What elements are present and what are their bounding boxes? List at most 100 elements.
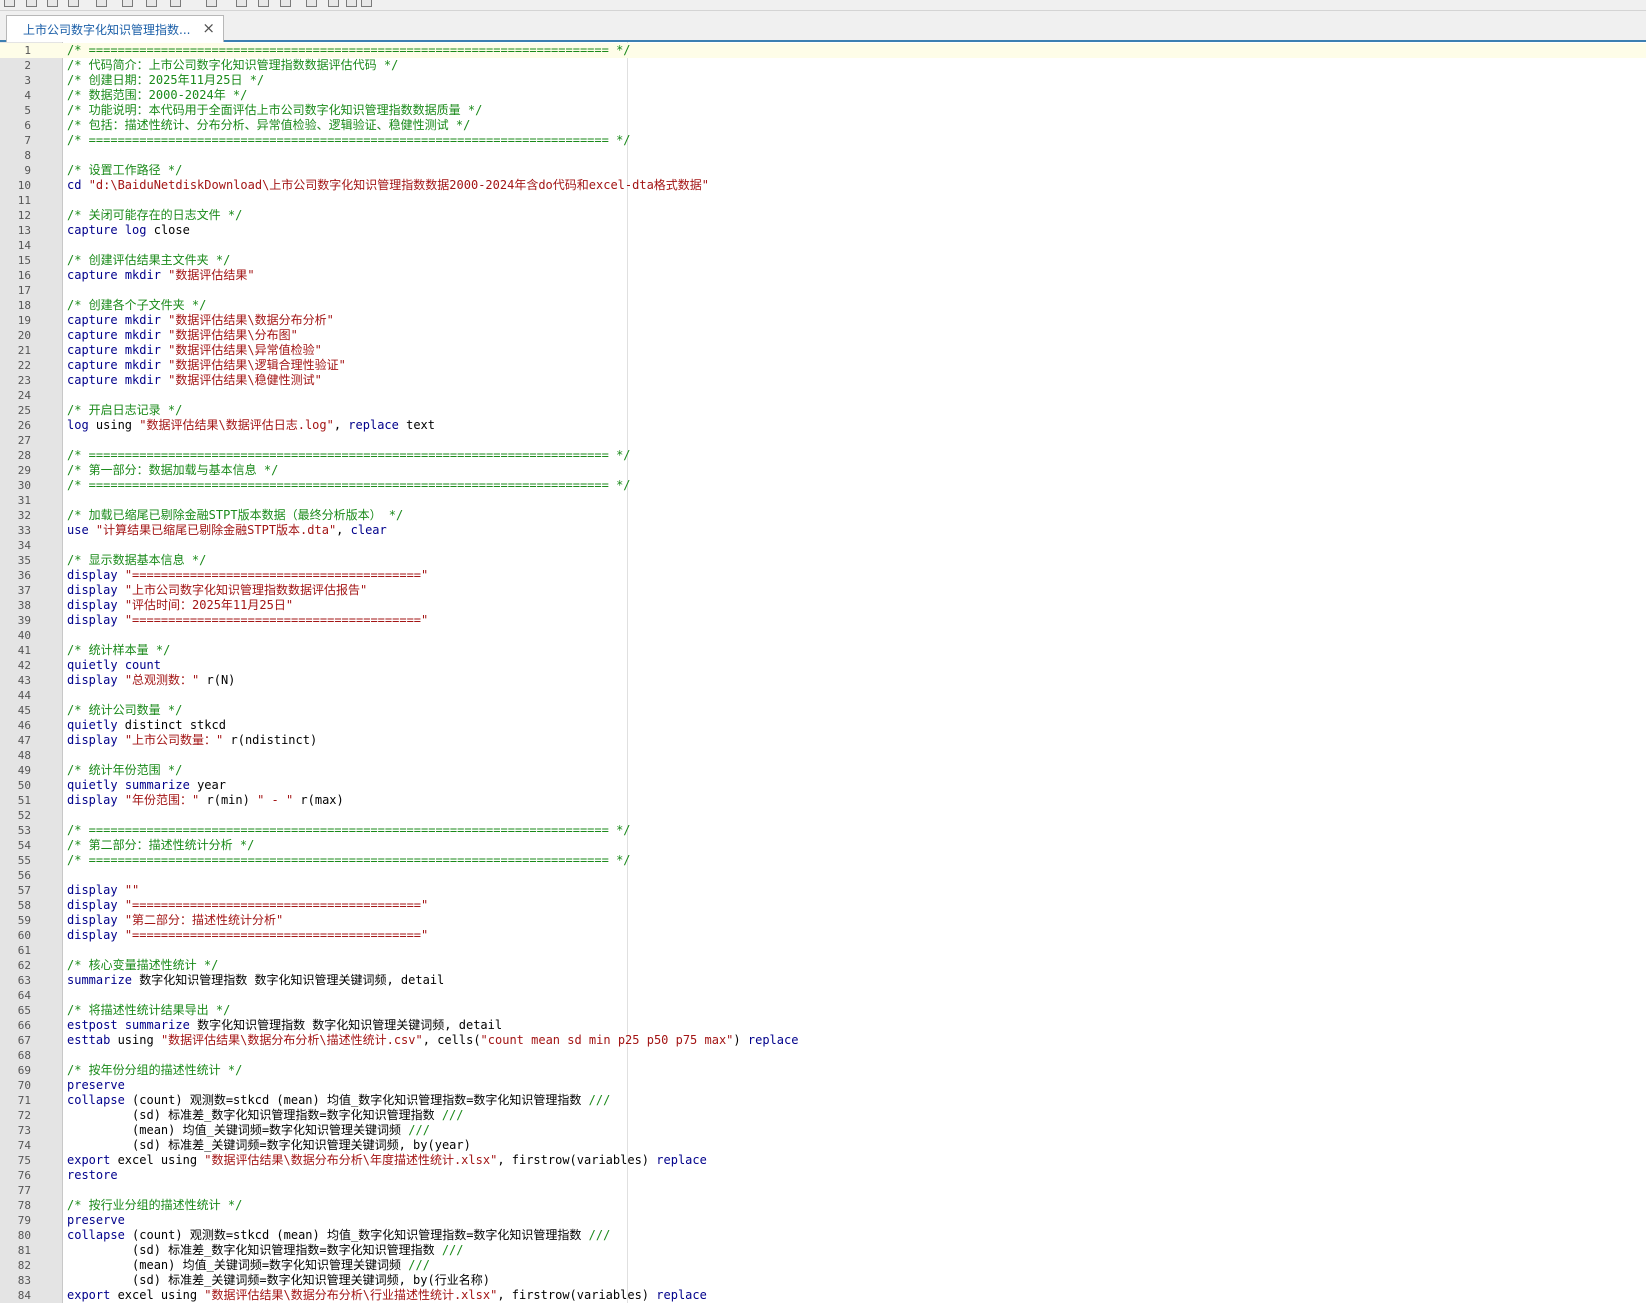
code-line[interactable]: 34 [0, 538, 1646, 553]
code-text[interactable]: estpost summarize 数字化知识管理指数 数字化知识管理关键词频,… [67, 1018, 502, 1033]
code-line[interactable]: 11 [0, 193, 1646, 208]
code-text[interactable]: /* 开启日志记录 */ [67, 403, 182, 418]
code-text[interactable]: display "===============================… [67, 928, 428, 943]
code-text[interactable]: preserve [67, 1078, 125, 1093]
code-line[interactable]: 76 restore [0, 1168, 1646, 1183]
bookmark-icon[interactable] [328, 0, 339, 7]
code-text[interactable]: display "===============================… [67, 613, 428, 628]
code-line[interactable]: 27 [0, 433, 1646, 448]
code-line[interactable]: 57 display "" [0, 883, 1646, 898]
code-text[interactable]: capture mkdir "数据评估结果\稳健性测试" [67, 373, 322, 388]
code-line[interactable]: 29 /* 第一部分：数据加载与基本信息 */ [0, 463, 1646, 478]
code-text[interactable]: capture mkdir "数据评估结果\分布图" [67, 328, 298, 343]
code-line[interactable]: 26 log using "数据评估结果\数据评估日志.log", replace… [0, 418, 1646, 433]
code-line[interactable]: 9 /* 设置工作路径 */ [0, 163, 1646, 178]
code-line[interactable]: 74 (sd) 标准差_关键词频=数字化知识管理关键词频, by(year) [0, 1138, 1646, 1153]
code-line[interactable]: 39 display "=============================… [0, 613, 1646, 628]
code-line[interactable]: 31 [0, 493, 1646, 508]
code-line[interactable]: 69 /* 按年份分组的描述性统计 */ [0, 1063, 1646, 1078]
code-line[interactable]: 24 [0, 388, 1646, 403]
code-line[interactable]: 40 [0, 628, 1646, 643]
code-line[interactable]: 42 quietly count [0, 658, 1646, 673]
code-line[interactable]: 50 quietly summarize year [0, 778, 1646, 793]
code-text[interactable]: capture mkdir "数据评估结果\数据分布分析" [67, 313, 334, 328]
code-line[interactable]: 21 capture mkdir "数据评估结果\异常值检验" [0, 343, 1646, 358]
code-text[interactable]: /* =====================================… [67, 853, 631, 868]
code-line[interactable]: 20 capture mkdir "数据评估结果\分布图" [0, 328, 1646, 343]
code-line[interactable]: 2 /* 代码简介：上市公司数字化知识管理指数数据评估代码 */ [0, 58, 1646, 73]
code-line[interactable]: 72 (sd) 标准差_数字化知识管理指数=数字化知识管理指数 /// [0, 1108, 1646, 1123]
code-text[interactable]: /* =====================================… [67, 133, 631, 148]
code-text[interactable]: /* 统计公司数量 */ [67, 703, 182, 718]
code-line[interactable]: 67 esttab using "数据评估结果\数据分布分析\描述性统计.csv"… [0, 1033, 1646, 1048]
code-text[interactable]: display "年份范围：" r(min) " - " r(max) [67, 793, 344, 808]
code-line[interactable]: 56 [0, 868, 1646, 883]
code-editor[interactable]: 1 /* ====================================… [0, 42, 1646, 1303]
code-line[interactable]: 37 display "上市公司数字化知识管理指数数据评估报告" [0, 583, 1646, 598]
code-text[interactable]: (sd) 标准差_关键词频=数字化知识管理关键词频, by(year) [67, 1138, 471, 1153]
code-line[interactable]: 28 /* ===================================… [0, 448, 1646, 463]
code-text[interactable]: /* =====================================… [67, 823, 631, 838]
code-line[interactable]: 78 /* 按行业分组的描述性统计 */ [0, 1198, 1646, 1213]
code-text[interactable]: preserve [67, 1213, 125, 1228]
code-text[interactable]: (mean) 均值_关键词频=数字化知识管理关键词频 /// [67, 1258, 430, 1273]
code-line[interactable]: 14 [0, 238, 1646, 253]
code-text[interactable]: /* 第一部分：数据加载与基本信息 */ [67, 463, 278, 478]
code-line[interactable]: 45 /* 统计公司数量 */ [0, 703, 1646, 718]
code-line[interactable]: 44 [0, 688, 1646, 703]
code-text[interactable]: display "第二部分：描述性统计分析" [67, 913, 283, 928]
dropdown-icon[interactable] [361, 0, 372, 7]
code-text[interactable]: /* 第二部分：描述性统计分析 */ [67, 838, 254, 853]
code-text[interactable]: cd "d:\BaiduNetdiskDownload\上市公司数字化知识管理指… [67, 178, 709, 193]
save-all-icon[interactable] [68, 0, 79, 7]
code-line[interactable]: 18 /* 创建各个子文件夹 */ [0, 298, 1646, 313]
indent-icon[interactable] [280, 0, 291, 7]
code-text[interactable]: collapse (count) 观测数=stkcd (mean) 均值_数字化… [67, 1093, 610, 1108]
code-line[interactable]: 64 [0, 988, 1646, 1003]
code-line[interactable]: 48 [0, 748, 1646, 763]
code-line[interactable]: 53 /* ===================================… [0, 823, 1646, 838]
code-text[interactable]: /* 统计样本量 */ [67, 643, 170, 658]
code-line[interactable]: 62 /* 核心变量描述性统计 */ [0, 958, 1646, 973]
code-text[interactable]: /* 加载已缩尾已剔除金融STPT版本数据（最终分析版本） */ [67, 508, 403, 523]
code-line[interactable]: 10 cd "d:\BaiduNetdiskDownload\上市公司数字化知识管… [0, 178, 1646, 193]
code-line[interactable]: 73 (mean) 均值_关键词频=数字化知识管理关键词频 /// [0, 1123, 1646, 1138]
code-line[interactable]: 47 display "上市公司数量：" r(ndistinct) [0, 733, 1646, 748]
code-text[interactable]: /* 创建评估结果主文件夹 */ [67, 253, 230, 268]
code-text[interactable]: /* 显示数据基本信息 */ [67, 553, 206, 568]
code-line[interactable]: 19 capture mkdir "数据评估结果\数据分布分析" [0, 313, 1646, 328]
code-line[interactable]: 22 capture mkdir "数据评估结果\逻辑合理性验证" [0, 358, 1646, 373]
code-text[interactable]: capture mkdir "数据评估结果" [67, 268, 255, 283]
code-line[interactable]: 75 export excel using "数据评估结果\数据分布分析\年度描述… [0, 1153, 1646, 1168]
code-line[interactable]: 49 /* 统计年份范围 */ [0, 763, 1646, 778]
code-text[interactable]: display "===============================… [67, 898, 428, 913]
code-text[interactable]: summarize 数字化知识管理指数 数字化知识管理关键词频, detail [67, 973, 444, 988]
save-icon[interactable] [47, 0, 58, 7]
window-icon[interactable] [346, 0, 357, 7]
code-text[interactable]: /* 创建各个子文件夹 */ [67, 298, 206, 313]
code-line[interactable]: 4 /* 数据范围：2000-2024年 */ [0, 88, 1646, 103]
code-line[interactable]: 66 estpost summarize 数字化知识管理指数 数字化知识管理关键词… [0, 1018, 1646, 1033]
outdent-icon[interactable] [306, 0, 317, 7]
paste-icon[interactable] [206, 0, 217, 7]
undo-icon[interactable] [236, 0, 247, 7]
code-text[interactable]: display "===============================… [67, 568, 428, 583]
code-line[interactable]: 68 [0, 1048, 1646, 1063]
code-text[interactable]: (sd) 标准差_数字化知识管理指数=数字化知识管理指数 /// [67, 1108, 464, 1123]
code-text[interactable]: capture log close [67, 223, 190, 238]
code-line[interactable]: 65 /* 将描述性统计结果导出 */ [0, 1003, 1646, 1018]
code-text[interactable]: /* 创建日期：2025年11月25日 */ [67, 73, 264, 88]
code-text[interactable]: capture mkdir "数据评估结果\逻辑合理性验证" [67, 358, 346, 373]
code-lines[interactable]: 1 /* ====================================… [0, 43, 1646, 1303]
code-line[interactable]: 23 capture mkdir "数据评估结果\稳健性测试" [0, 373, 1646, 388]
code-text[interactable]: display "上市公司数字化知识管理指数数据评估报告" [67, 583, 367, 598]
code-line[interactable]: 6 /* 包括：描述性统计、分布分析、异常值检验、逻辑验证、稳健性测试 */ [0, 118, 1646, 133]
code-text[interactable]: use "计算结果已缩尾已剔除金融STPT版本.dta", clear [67, 523, 387, 538]
code-text[interactable]: display "" [67, 883, 139, 898]
code-line[interactable]: 71 collapse (count) 观测数=stkcd (mean) 均值_数… [0, 1093, 1646, 1108]
code-line[interactable]: 32 /* 加载已缩尾已剔除金融STPT版本数据（最终分析版本） */ [0, 508, 1646, 523]
code-line[interactable]: 46 quietly distinct stkcd [0, 718, 1646, 733]
code-line[interactable]: 81 (sd) 标准差_数字化知识管理指数=数字化知识管理指数 /// [0, 1243, 1646, 1258]
code-line[interactable]: 13 capture log close [0, 223, 1646, 238]
code-text[interactable]: /* 关闭可能存在的日志文件 */ [67, 208, 242, 223]
